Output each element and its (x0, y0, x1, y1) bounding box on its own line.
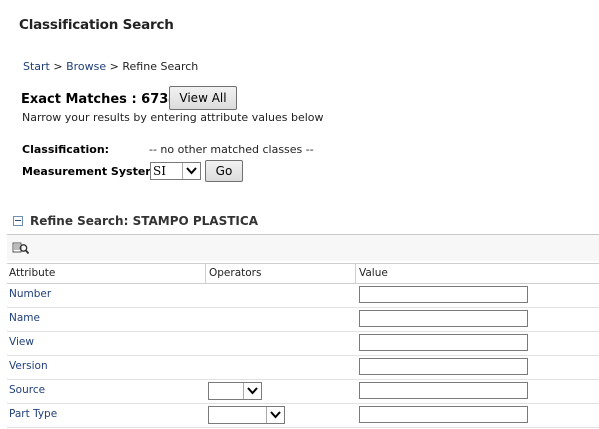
attribute-label-view: View (9, 336, 34, 348)
attribute-label-name: Name (9, 312, 40, 324)
table-row: Part Type (7, 403, 599, 428)
attribute-label-source: Source (9, 384, 46, 396)
number-value-input[interactable] (359, 286, 528, 303)
value-column-header: Value (359, 267, 388, 279)
source-operator-select[interactable] (208, 382, 262, 400)
measurement-system-label: Measurement System: (22, 165, 162, 178)
view-all-button[interactable]: View All (169, 86, 237, 110)
part-type-operator-select[interactable] (208, 406, 285, 424)
go-button[interactable]: Go (205, 160, 243, 182)
name-value-input[interactable] (359, 310, 528, 327)
exact-matches-count: Exact Matches : 6734 (21, 92, 178, 107)
breadcrumb: Start > Browse > Refine Search (23, 60, 198, 73)
operators-column-header: Operators (209, 267, 262, 279)
breadcrumb-separator: > (106, 60, 123, 73)
attribute-label-part-type: Part Type (9, 408, 58, 420)
breadcrumb-start-link[interactable]: Start (23, 60, 50, 73)
table-row: Number (7, 283, 599, 308)
classification-label: Classification: (22, 143, 110, 156)
refine-search-header: Refine Search: STAMPO PLASTICA (13, 214, 258, 228)
attribute-label-number: Number (9, 288, 52, 300)
attribute-label-version: Version (9, 360, 48, 372)
table-row: Name (7, 307, 599, 332)
page-title: Classification Search (19, 17, 174, 33)
collapse-icon[interactable] (13, 216, 23, 226)
chevron-down-icon (243, 383, 261, 399)
classification-value: -- no other matched classes -- (149, 143, 314, 156)
narrow-instructions: Narrow your results by entering attribut… (22, 111, 324, 124)
measurement-system-select[interactable]: SI (150, 162, 201, 180)
table-row: View (7, 331, 599, 356)
measurement-system-value: SI (153, 164, 166, 178)
attribute-column-header: Attribute (9, 267, 56, 279)
chevron-down-icon (266, 407, 284, 423)
chevron-down-icon (182, 163, 200, 179)
part-type-value-input[interactable] (359, 406, 528, 423)
refine-toolbar (7, 234, 599, 261)
source-value-input[interactable] (359, 382, 528, 399)
breadcrumb-separator: > (49, 60, 67, 73)
table-row: Source (7, 379, 599, 404)
breadcrumb-browse-link[interactable]: Browse (66, 60, 106, 73)
search-clear-icon[interactable] (12, 240, 30, 256)
refine-search-title: Refine Search: STAMPO PLASTICA (30, 214, 258, 228)
version-value-input[interactable] (359, 358, 528, 375)
breadcrumb-current: Refine Search (122, 60, 199, 73)
table-header: Attribute Operators Value (7, 263, 599, 284)
table-row: Version (7, 355, 599, 380)
view-value-input[interactable] (359, 334, 528, 351)
